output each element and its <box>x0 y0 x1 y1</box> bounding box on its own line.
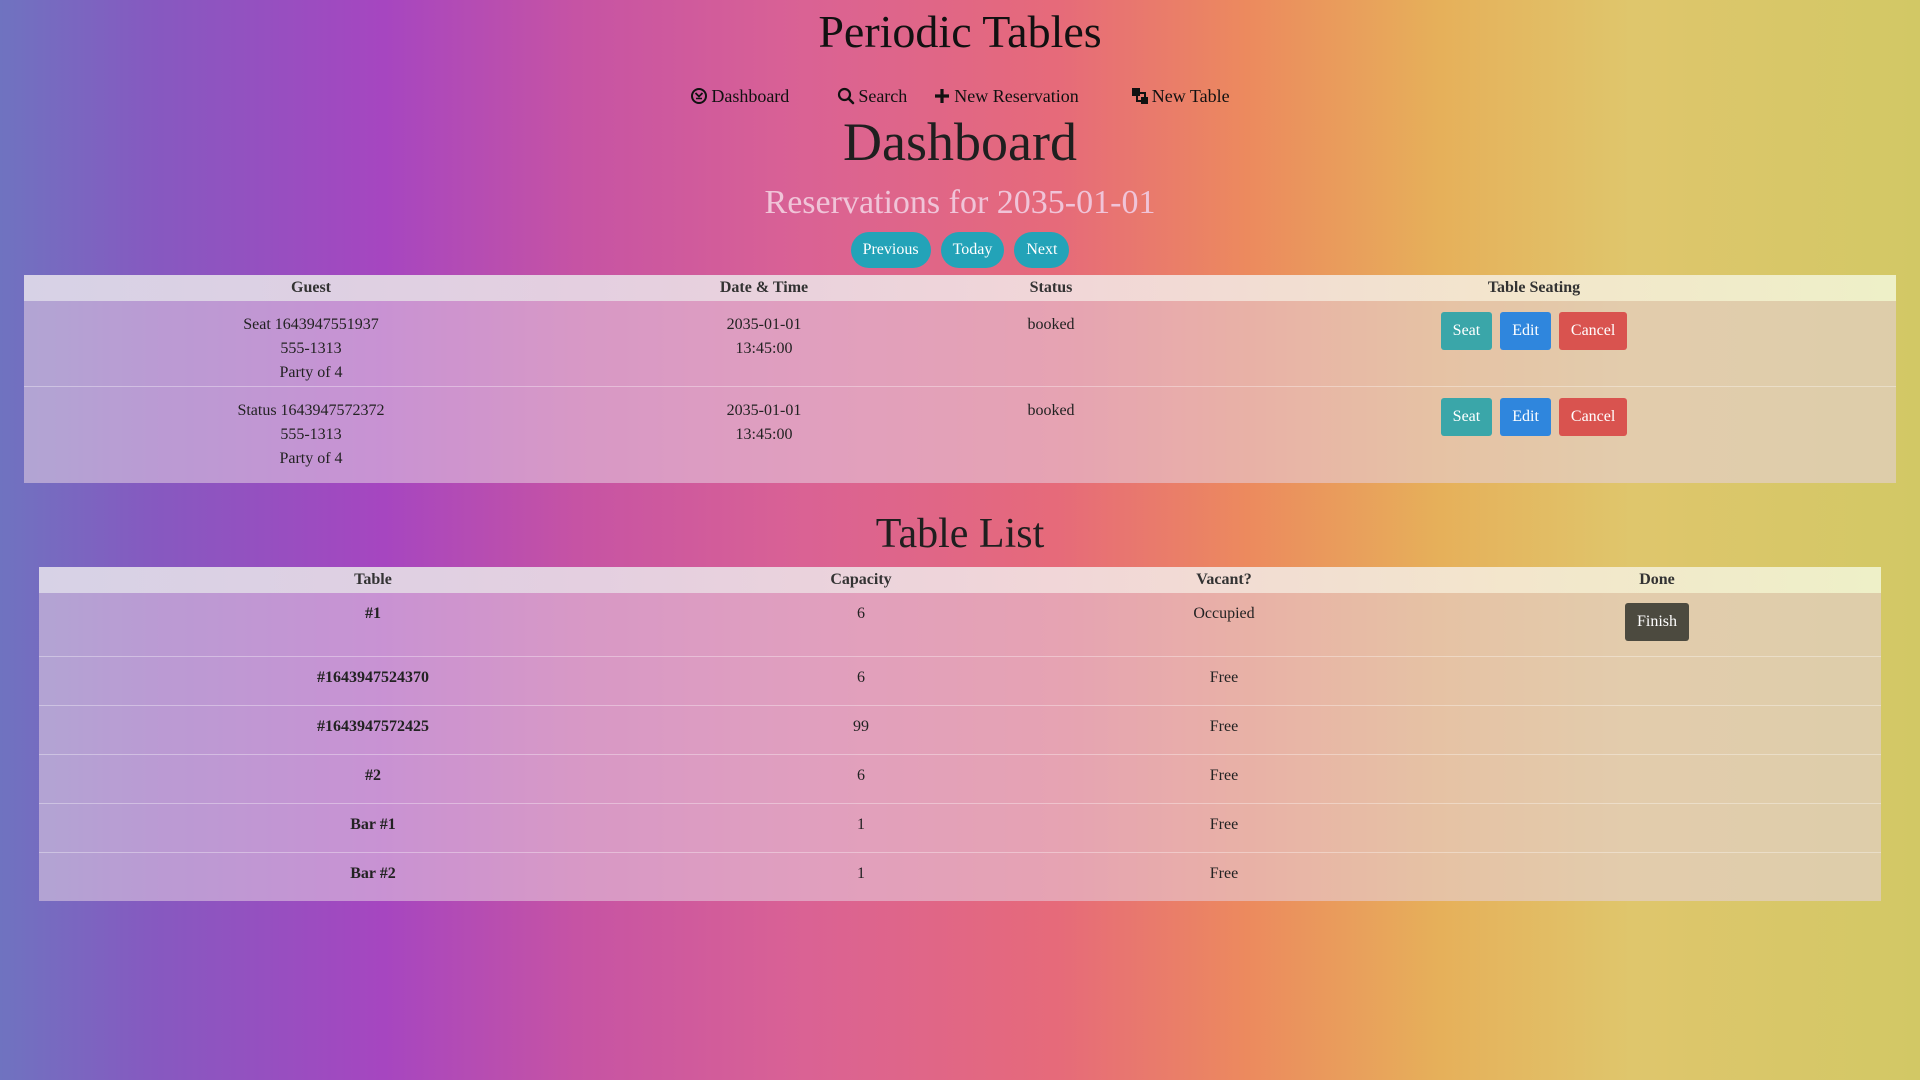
table-capacity: 6 <box>707 593 1015 657</box>
table-capacity: 1 <box>707 803 1015 853</box>
table-name: #1 <box>39 593 707 657</box>
guest-cell: Status 1643947572372 555-1313 Party of 4 <box>24 387 598 483</box>
next-button[interactable]: Next <box>1014 232 1070 268</box>
guest-name: Seat 1643947551937 <box>243 316 379 333</box>
done-cell <box>1433 656 1881 706</box>
table-vacancy: Free <box>1209 864 1239 882</box>
nav-new-table-label: New Table <box>1151 85 1230 106</box>
table-name: #2 <box>39 754 707 804</box>
layers-icon <box>1131 88 1148 104</box>
reservation-date: 2035-01-01 <box>726 316 802 333</box>
page-title: Dashboard <box>843 112 1077 172</box>
reservation-row: Status 1643947572372 555-1313 Party of 4… <box>24 387 1896 483</box>
reservation-time: 13:45:00 <box>735 426 793 443</box>
table-list-title: Table List <box>875 511 1045 557</box>
nav-dashboard-link[interactable]: Dashboard <box>690 82 789 110</box>
done-cell <box>1433 852 1881 901</box>
table-list: Table Capacity Vacant? Done #1 6 Occupie… <box>39 567 1881 901</box>
guest-phone: 555-1313 <box>280 426 342 443</box>
table-capacity: 6 <box>707 754 1015 804</box>
reservation-time: 13:45:00 <box>735 340 793 357</box>
date-time-cell: 2035-01-01 13:45:00 <box>598 301 930 387</box>
nav-new-reservation-label: New Reservation <box>954 85 1079 106</box>
column-header-capacity: Capacity <box>830 571 892 588</box>
column-header-guest: Guest <box>291 279 331 296</box>
table-list-header-row: Table Capacity Vacant? Done <box>39 567 1881 593</box>
table-capacity: 6 <box>707 656 1015 706</box>
column-header-table-seating: Table Seating <box>1487 279 1581 296</box>
nav-search-link[interactable]: Search <box>837 82 907 110</box>
main-nav: Dashboard Search New Reservation New Tab… <box>0 82 1920 110</box>
done-cell <box>1433 754 1881 804</box>
table-name: Bar #2 <box>350 864 396 882</box>
previous-button[interactable]: Previous <box>850 232 931 268</box>
table-row: #2 6 Free <box>39 754 1881 804</box>
dashboard-icon <box>691 88 708 104</box>
nav-new-table-link[interactable]: New Table <box>1131 82 1230 110</box>
column-header-done: Done <box>1639 571 1675 588</box>
nav-search-label: Search <box>858 85 908 106</box>
table-row: Bar #2 1 Free <box>39 852 1881 901</box>
table-name: #1643947524370 <box>39 656 707 706</box>
column-header-date-time: Date & Time <box>719 279 809 296</box>
table-capacity: 1 <box>857 864 865 882</box>
done-cell <box>1433 705 1881 755</box>
reservations-header-row: Guest Date & Time Status Table Seating <box>24 275 1896 301</box>
reservation-date: 2035-01-01 <box>726 402 802 419</box>
cancel-button[interactable]: Cancel <box>1558 312 1628 350</box>
edit-button[interactable]: Edit <box>1500 312 1551 350</box>
site-title: Periodic Tables <box>818 6 1102 57</box>
search-icon <box>838 87 855 105</box>
table-row: #1643947524370 6 Free <box>39 656 1881 706</box>
table-row: #1 6 Occupied Finish <box>39 593 1881 657</box>
date-time-cell: 2035-01-01 13:45:00 <box>598 387 930 483</box>
cancel-button[interactable]: Cancel <box>1558 398 1628 436</box>
date-navigation: Previous Today Next <box>0 232 1920 268</box>
guest-cell: Seat 1643947551937 555-1313 Party of 4 <box>24 301 598 387</box>
party-size: Party of 4 <box>279 450 343 467</box>
reservations-table: Guest Date & Time Status Table Seating S… <box>24 275 1896 483</box>
seat-button[interactable]: Seat <box>1440 312 1493 350</box>
reservation-row: Seat 1643947551937 555-1313 Party of 4 2… <box>24 301 1896 387</box>
status-cell: booked <box>1027 402 1075 419</box>
plus-icon <box>935 89 950 103</box>
table-seating-cell: Seat Edit Cancel <box>1172 387 1896 483</box>
table-vacancy: Free <box>1015 803 1433 853</box>
edit-button[interactable]: Edit <box>1500 398 1551 436</box>
column-header-table: Table <box>354 571 392 588</box>
column-header-status: Status <box>1029 279 1073 296</box>
table-vacancy: Free <box>1015 656 1433 706</box>
nav-new-reservation-link[interactable]: New Reservation <box>933 82 1079 110</box>
table-vacancy: Free <box>1015 754 1433 804</box>
table-row: Bar #1 1 Free <box>39 803 1881 853</box>
finish-button[interactable]: Finish <box>1624 603 1689 641</box>
status-cell: booked <box>930 301 1172 387</box>
done-cell <box>1433 803 1881 853</box>
today-button[interactable]: Today <box>940 232 1005 268</box>
done-cell: Finish <box>1433 593 1881 657</box>
reservations-date-subtitle: Reservations for 2035-01-01 <box>764 184 1156 221</box>
table-name: Bar #1 <box>39 803 707 853</box>
table-row: #1643947572425 99 Free <box>39 705 1881 755</box>
column-header-vacant: Vacant? <box>1196 571 1252 588</box>
table-capacity: 99 <box>707 705 1015 755</box>
table-seating-cell: Seat Edit Cancel <box>1172 301 1896 387</box>
table-vacancy: Free <box>1015 705 1433 755</box>
nav-dashboard-label: Dashboard <box>711 85 790 106</box>
seat-button[interactable]: Seat <box>1440 398 1493 436</box>
party-size: Party of 4 <box>279 364 343 381</box>
guest-phone: 555-1313 <box>280 340 342 357</box>
table-vacancy: Occupied <box>1015 593 1433 657</box>
table-name: #1643947572425 <box>39 705 707 755</box>
guest-name: Status 1643947572372 <box>237 402 385 419</box>
